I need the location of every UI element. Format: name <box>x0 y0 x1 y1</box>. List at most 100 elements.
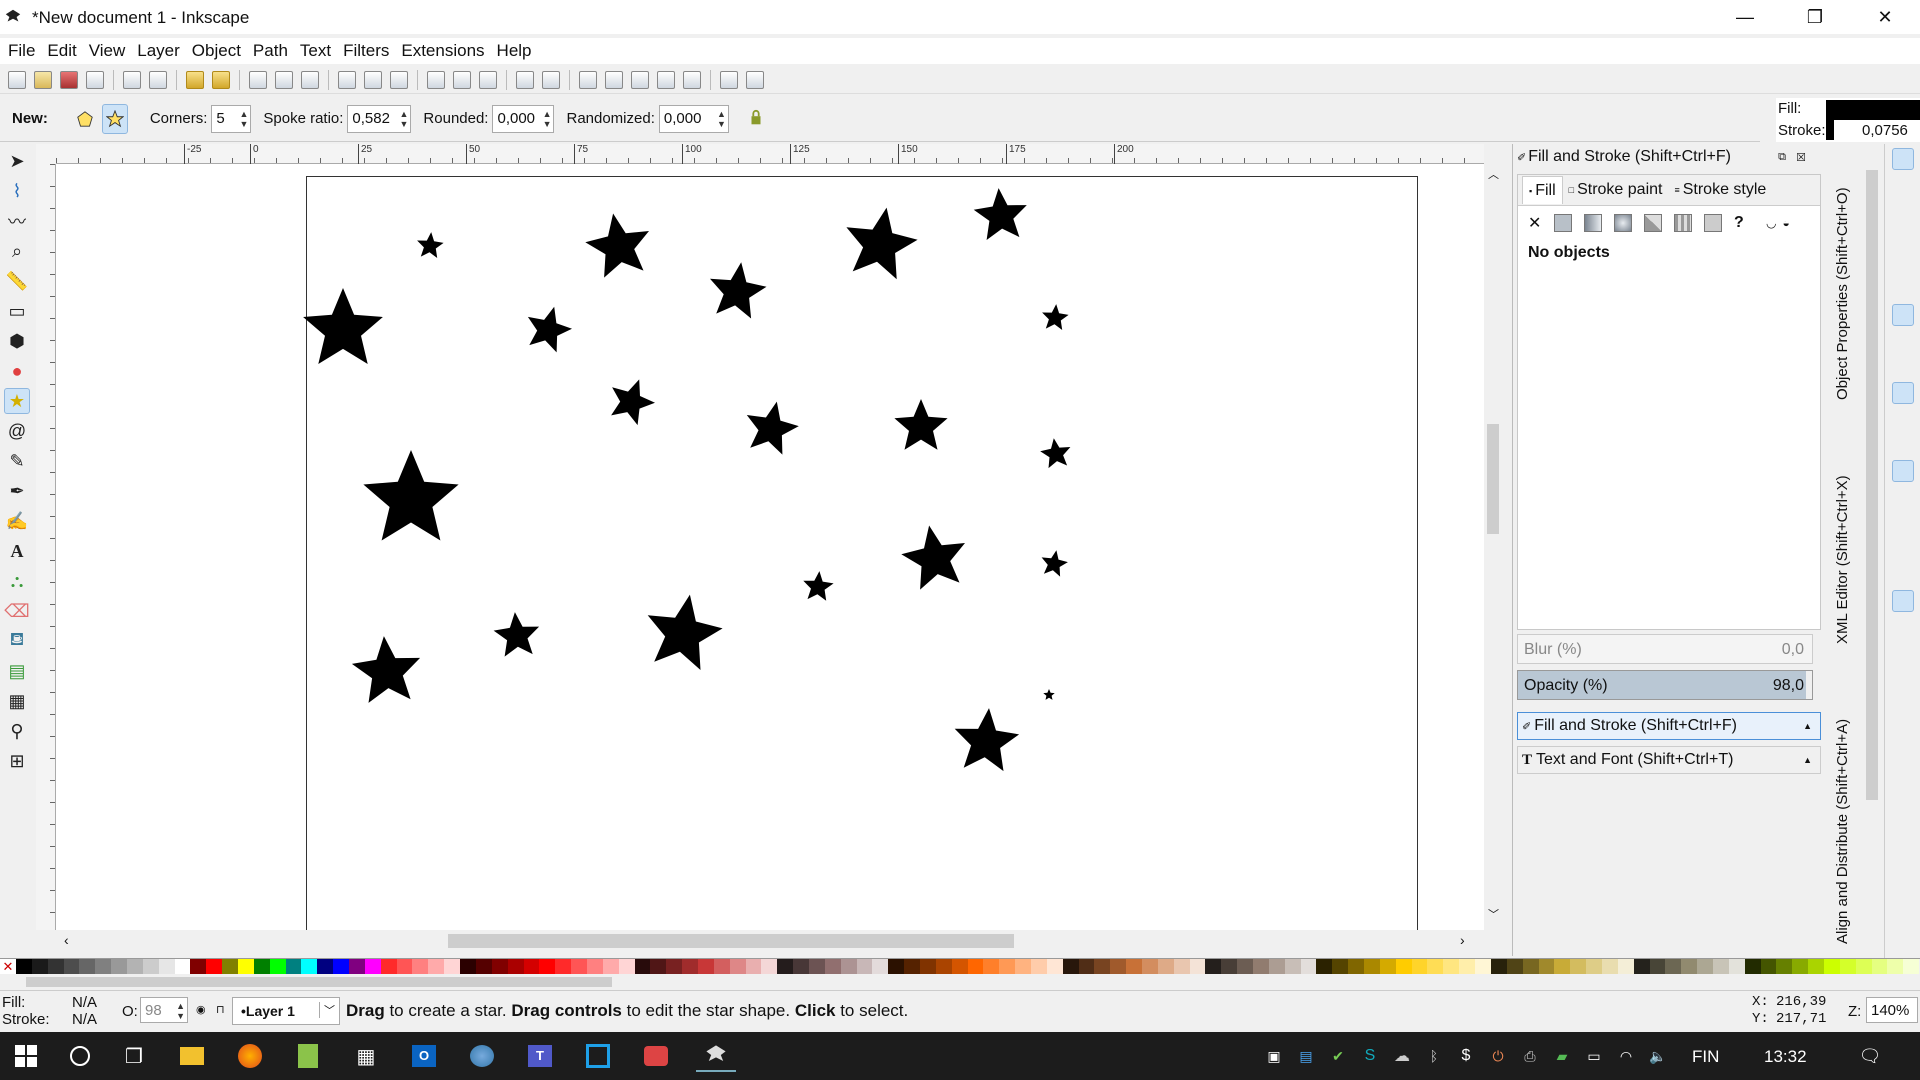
indicator-stroke-swatch[interactable] <box>1826 120 1834 140</box>
palette-swatch[interactable] <box>729 959 746 975</box>
palette-swatch[interactable] <box>1284 959 1301 975</box>
star-shape[interactable] <box>1040 438 1071 469</box>
no-paint-swatch-icon[interactable]: ✕ <box>0 959 16 975</box>
palette-swatch[interactable] <box>888 959 905 975</box>
palette-swatch[interactable] <box>1475 959 1491 975</box>
star-shape[interactable] <box>846 207 918 280</box>
palette-swatch[interactable] <box>1348 959 1365 975</box>
export-icon[interactable] <box>149 70 167 89</box>
palette-swatch[interactable] <box>1031 959 1047 975</box>
text-tool-icon[interactable]: A <box>4 538 30 564</box>
palette-swatch[interactable] <box>1855 959 1872 975</box>
star-shape[interactable] <box>363 450 459 541</box>
palette-swatch[interactable] <box>269 959 286 975</box>
tab-stroke-paint[interactable]: □ Stroke paint <box>1563 176 1669 204</box>
spin-arrows-icon[interactable]: ▲ ▼ <box>543 109 552 129</box>
spin-arrows-icon[interactable]: ▲ ▼ <box>400 109 409 129</box>
snap-bbox-corner-icon[interactable] <box>1892 226 1914 248</box>
snap-grid-icon[interactable] <box>1892 590 1914 612</box>
ungroup-icon[interactable] <box>542 70 560 89</box>
star-shape[interactable] <box>1043 689 1055 700</box>
ellipse-tool-icon[interactable]: ● <box>4 358 30 384</box>
star-mode-button[interactable] <box>101 103 128 134</box>
close-button[interactable]: ✕ <box>1850 0 1920 34</box>
language-indicator[interactable]: FIN <box>1692 1047 1719 1067</box>
star-shape[interactable] <box>954 708 1020 772</box>
measure-tool-icon[interactable]: 📏 <box>4 268 30 294</box>
open-icon[interactable] <box>34 70 52 89</box>
palette-swatch[interactable] <box>317 959 334 975</box>
palette-swatch[interactable] <box>1808 959 1824 975</box>
menu-layer[interactable]: Layer <box>137 41 180 61</box>
palette-swatch[interactable] <box>31 959 48 975</box>
preferences-icon[interactable] <box>746 70 764 89</box>
palette-swatch[interactable] <box>190 959 207 975</box>
snap-cusp-icon[interactable] <box>1892 382 1914 404</box>
horizontal-scroll-thumb[interactable] <box>448 934 1014 948</box>
star-shape[interactable] <box>803 571 834 601</box>
scroll-up-icon[interactable]: ︿ <box>1488 166 1499 182</box>
volume-icon[interactable]: 🔈 <box>1642 1040 1674 1072</box>
onedrive-icon[interactable]: ☁ <box>1386 1040 1418 1072</box>
palette-swatch[interactable] <box>586 959 603 975</box>
palette-swatch[interactable] <box>1237 959 1254 975</box>
palette-swatch[interactable] <box>333 959 350 975</box>
palette-swatch[interactable] <box>840 959 857 975</box>
palette-swatch[interactable] <box>777 959 794 975</box>
star-shape[interactable] <box>1042 304 1069 330</box>
horizontal-scrollbar[interactable]: ‹ › <box>56 930 1502 952</box>
palette-swatch[interactable] <box>127 959 143 975</box>
palette-swatch[interactable] <box>1776 959 1793 975</box>
snap-others-icon[interactable] <box>1892 460 1914 482</box>
text-font-section[interactable]: T Text and Font (Shift+Ctrl+T) ▲ <box>1517 746 1821 774</box>
rectangle-tool-icon[interactable]: ▭ <box>4 298 30 324</box>
palette-scroll-thumb[interactable] <box>26 977 612 987</box>
rounded-input[interactable]: 0,000 ▲ ▼ <box>492 104 555 133</box>
redo-icon[interactable] <box>212 70 230 89</box>
star-shape[interactable] <box>647 594 723 670</box>
tray-power-icon[interactable]: ⏻ <box>1482 1040 1514 1072</box>
palette-swatch[interactable] <box>174 959 191 975</box>
zoom-tool-icon[interactable]: ⌕ <box>4 238 30 264</box>
palette-swatch[interactable] <box>1189 959 1206 975</box>
snap-toggle-icon[interactable] <box>1892 148 1914 170</box>
toggle-lock-icon[interactable]: ⊓ <box>216 1003 225 1016</box>
palette-swatch[interactable] <box>1443 959 1460 975</box>
palette-swatch[interactable] <box>1554 959 1571 975</box>
snap-text-baseline-icon[interactable] <box>1892 538 1914 560</box>
palette-swatch[interactable] <box>444 959 461 975</box>
print-icon[interactable] <box>86 70 104 89</box>
palette-swatch[interactable] <box>206 959 223 975</box>
snap-bbox-edge-icon[interactable] <box>1892 200 1914 222</box>
snap-intersection-icon[interactable] <box>1892 356 1914 378</box>
palette-swatch[interactable] <box>808 959 825 975</box>
close-panel-icon[interactable]: ☒ <box>1796 151 1806 164</box>
palette-swatch[interactable] <box>1253 959 1269 975</box>
palette-swatch[interactable] <box>634 959 651 975</box>
palette-swatch[interactable] <box>1157 959 1174 975</box>
palette-swatch[interactable] <box>697 959 714 975</box>
spray-tool-icon[interactable]: ⛬ <box>4 568 30 594</box>
palette-swatch[interactable] <box>1823 959 1840 975</box>
vertical-scrollbar[interactable]: ︿ ﹀ <box>1484 144 1502 930</box>
palette-swatch[interactable] <box>1728 959 1745 975</box>
star-shape[interactable] <box>303 288 383 364</box>
palette-swatch[interactable] <box>523 959 540 975</box>
flat-color-icon[interactable] <box>1554 214 1572 232</box>
palette-swatch[interactable] <box>507 959 524 975</box>
palette-swatch[interactable] <box>1015 959 1031 975</box>
fill-stroke-indicator[interactable]: Fill: Stroke: 0,0756 <box>1776 98 1920 142</box>
palette-swatch[interactable] <box>460 959 476 975</box>
palette-swatch[interactable] <box>412 959 429 975</box>
outlook-icon[interactable]: O <box>408 1040 440 1072</box>
palette-swatch[interactable] <box>539 959 556 975</box>
xml-editor-icon[interactable] <box>657 70 675 89</box>
star-tool-icon[interactable]: ★ <box>4 388 30 414</box>
polygon-mode-button[interactable] <box>72 106 98 132</box>
palette-swatch[interactable] <box>1712 959 1729 975</box>
palette-swatch[interactable] <box>602 959 619 975</box>
palette-swatch[interactable] <box>1062 959 1079 975</box>
palette-swatch[interactable] <box>1094 959 1111 975</box>
star-shape[interactable] <box>901 525 965 590</box>
palette-swatch[interactable] <box>1268 959 1285 975</box>
